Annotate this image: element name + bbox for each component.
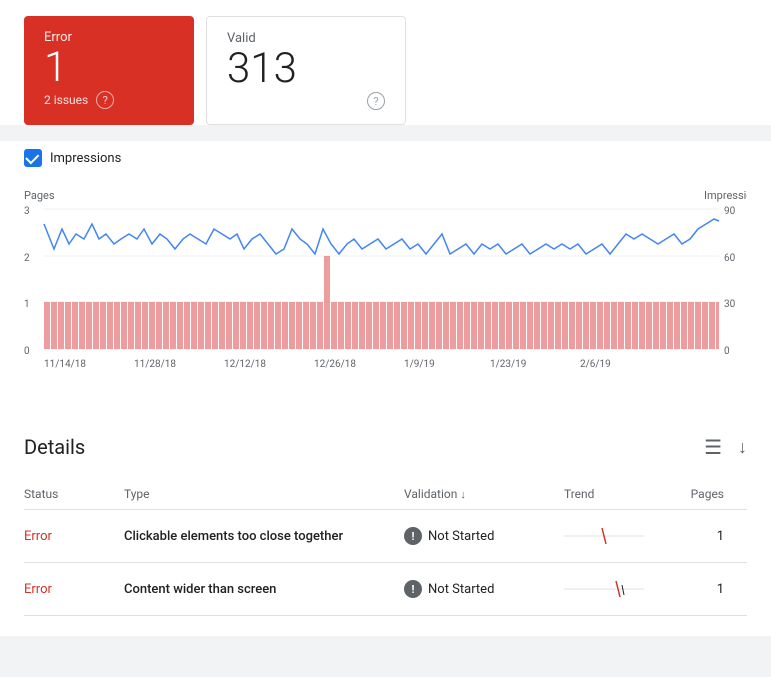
table-row: Error Clickable elements too close toget… — [24, 510, 747, 563]
svg-text:2/6/19: 2/6/19 — [580, 359, 611, 370]
row1-type: Clickable elements too close together — [124, 529, 404, 544]
download-icon[interactable]: ↓ — [738, 437, 747, 458]
info-icon-2: ! — [404, 580, 422, 598]
svg-text:2: 2 — [24, 253, 30, 264]
col-type: Type — [124, 487, 404, 501]
svg-text:12/26/18: 12/26/18 — [314, 359, 356, 370]
error-help-icon[interactable]: ? — [96, 91, 114, 109]
row2-pages: 1 — [664, 582, 724, 597]
svg-text:0: 0 — [24, 346, 30, 357]
svg-text:3: 3 — [24, 206, 30, 217]
error-card: Error 1 2 issues ? — [24, 16, 194, 125]
row2-validation-text: Not Started — [428, 582, 494, 597]
svg-text:Pages: Pages — [24, 189, 55, 202]
valid-number: 313 — [227, 46, 385, 92]
details-section: Details ☰ ↓ Status Type Validation ↓ Tre… — [0, 415, 771, 636]
svg-text:60: 60 — [724, 253, 736, 264]
col-trend: Trend — [564, 487, 664, 501]
row1-trend — [564, 524, 664, 548]
impressions-checkbox[interactable] — [24, 149, 42, 167]
col-status: Status — [24, 487, 124, 501]
details-title: Details — [24, 435, 85, 459]
svg-text:90: 90 — [724, 206, 736, 217]
row1-pages: 1 — [664, 529, 724, 544]
error-label: Error — [44, 30, 174, 45]
svg-text:11/28/18: 11/28/18 — [134, 359, 176, 370]
row2-type: Content wider than screen — [124, 582, 404, 597]
svg-text:30: 30 — [724, 299, 736, 310]
svg-text:1/23/19: 1/23/19 — [490, 359, 526, 370]
row2-trend — [564, 577, 664, 601]
filter-icon[interactable]: ☰ — [704, 435, 722, 459]
svg-text:12/12/18: 12/12/18 — [224, 359, 266, 370]
row1-status: Error — [24, 529, 124, 544]
chart-section: Impressions Pages Impressions 3 2 1 0 90… — [0, 141, 771, 415]
error-bars — [44, 256, 719, 349]
valid-card: Valid 313 ? — [206, 16, 406, 125]
sort-icon: ↓ — [460, 488, 466, 501]
col-validation[interactable]: Validation ↓ — [404, 487, 564, 501]
table-header: Status Type Validation ↓ Trend Pages — [24, 479, 747, 510]
row1-validation-text: Not Started — [428, 529, 494, 544]
svg-text:1: 1 — [24, 299, 30, 310]
svg-text:11/14/18: 11/14/18 — [44, 359, 86, 370]
impressions-label: Impressions — [50, 151, 121, 166]
chart-area: Pages Impressions 3 2 1 0 90 60 30 0 — [24, 179, 747, 399]
svg-text:1/9/19: 1/9/19 — [404, 359, 435, 370]
col-pages: Pages — [664, 487, 724, 501]
valid-help-icon[interactable]: ? — [367, 92, 385, 110]
row2-status: Error — [24, 582, 124, 597]
svg-text:Impressions: Impressions — [704, 189, 747, 202]
row1-validation: ! Not Started — [404, 527, 564, 545]
error-number: 1 — [44, 45, 174, 91]
row2-validation: ! Not Started — [404, 580, 564, 598]
info-icon-1: ! — [404, 527, 422, 545]
table-row: Error Content wider than screen ! Not St… — [24, 563, 747, 616]
svg-text:0: 0 — [724, 346, 730, 357]
chart-svg: Pages Impressions 3 2 1 0 90 60 30 0 — [24, 179, 747, 399]
error-issues: 2 issues — [44, 93, 88, 107]
